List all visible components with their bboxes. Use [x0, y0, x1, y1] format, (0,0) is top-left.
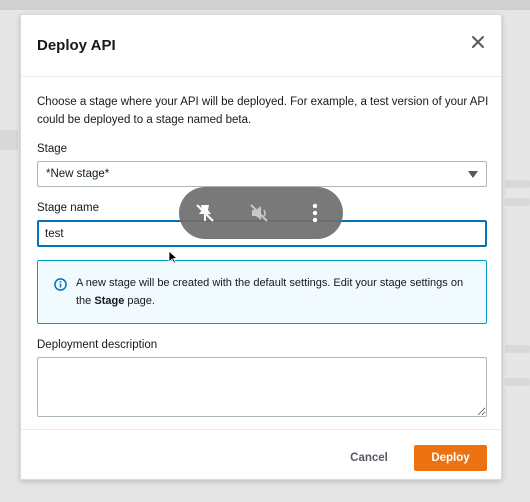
- background-block: [505, 180, 530, 188]
- info-stage-link: Stage: [94, 295, 125, 307]
- deploy-button[interactable]: Deploy: [414, 445, 487, 471]
- footer-divider: [21, 429, 501, 430]
- close-button[interactable]: [469, 33, 487, 51]
- info-text: A new stage will be created with the def…: [76, 274, 476, 310]
- media-controls-overlay: [179, 187, 343, 239]
- stage-select[interactable]: *New stage*: [37, 161, 487, 187]
- background-block: [505, 198, 530, 206]
- background-topbar: [0, 0, 530, 10]
- more-vertical-icon: [312, 203, 318, 223]
- unpin-button[interactable]: [193, 201, 217, 225]
- stage-label: Stage: [37, 143, 68, 155]
- cancel-button[interactable]: Cancel: [339, 445, 399, 471]
- mute-button[interactable]: [247, 201, 271, 225]
- modal-title: Deploy API: [37, 37, 116, 54]
- info-alert: A new stage will be created with the def…: [37, 260, 487, 324]
- info-text-after: page.: [124, 295, 155, 307]
- info-icon: [54, 278, 67, 291]
- mute-icon: [250, 204, 268, 222]
- close-icon: [472, 36, 484, 48]
- deployment-description-label: Deployment description: [37, 339, 158, 351]
- modal-description: Choose a stage where your API will be de…: [37, 96, 489, 126]
- stage-name-label: Stage name: [37, 202, 100, 214]
- background-block: [0, 130, 18, 150]
- modal-header: Deploy API: [21, 15, 501, 77]
- more-options-button[interactable]: [303, 201, 327, 225]
- deploy-api-modal: Deploy API Choose a stage where your API…: [20, 14, 502, 480]
- caret-down-icon: [468, 171, 478, 178]
- stage-select-value: *New stage*: [46, 168, 110, 180]
- unpin-icon: [196, 204, 214, 222]
- deployment-description-textarea[interactable]: [37, 357, 487, 417]
- background-block: [505, 378, 530, 386]
- background-block: [505, 345, 530, 353]
- mouse-cursor-icon: [168, 250, 178, 264]
